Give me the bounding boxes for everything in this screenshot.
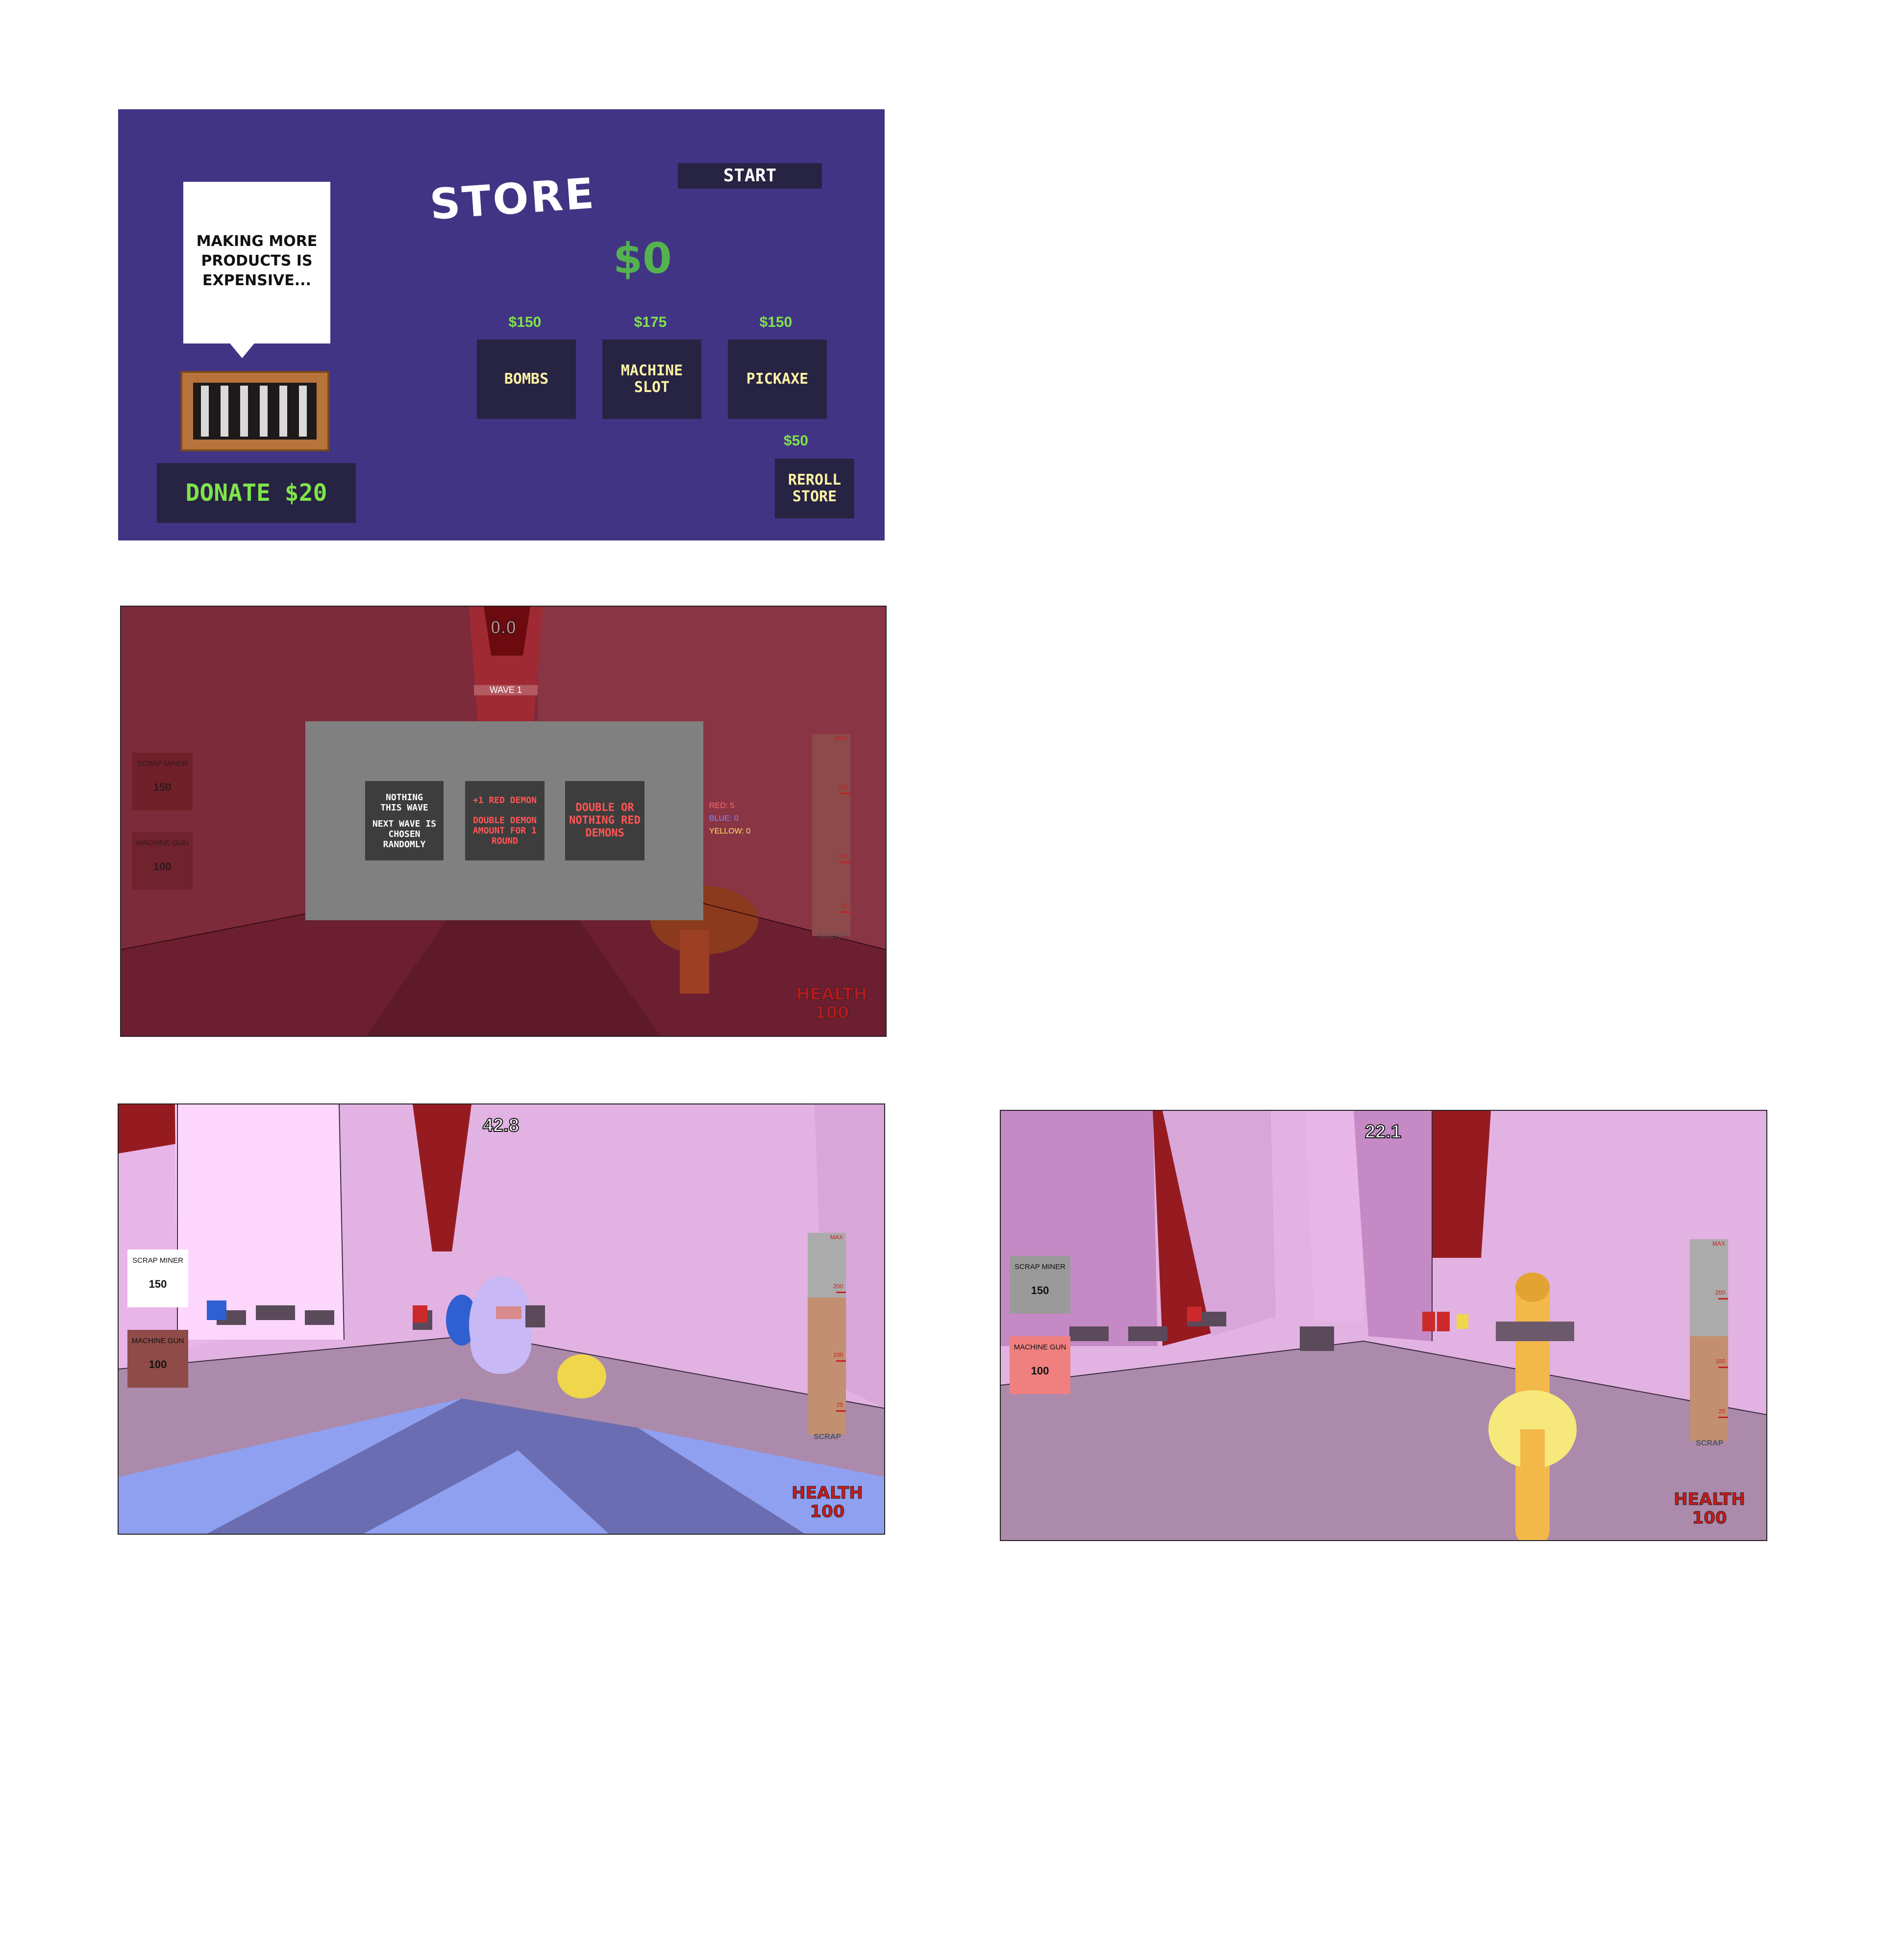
gauge-tick-100: 100 [1715,1358,1725,1365]
reroll-label: REROLL STORE [788,471,842,505]
scrap-gauge-fill [808,1297,846,1435]
scrap-gauge: MAX 200 100 25 [808,1233,846,1435]
store-title: STORE [428,169,597,230]
wave-choice-dialog: NOTHING THIS WAVE NEXT WAVE IS CHOSEN RA… [305,721,703,920]
scrap-gauge-label: SCRAP [813,1433,841,1441]
scrap-miner-label: SCRAP MINER [137,760,188,768]
item-label: PICKAXE [746,370,809,388]
choice-double-or-nothing[interactable]: DOUBLE OR NOTHING RED DEMONS [565,781,644,860]
machine-gun-value: 100 [153,860,172,873]
choice-title: DOUBLE OR NOTHING RED DEMONS [569,802,641,839]
gauge-max-label: MAX [1712,1240,1725,1247]
health-label: HEALTH [796,984,868,1004]
wave-select-panel: 0.0 WAVE 1 SCRAP MINER 150 MACHINE GUN 1… [120,606,887,1037]
scrap-miner-box[interactable]: SCRAP MINER 150 [1010,1256,1070,1314]
gauge-tick-200: 200 [833,1283,843,1290]
store-panel: MAKING MORE PRODUCTS IS EXPENSIVE... DON… [118,109,885,540]
scrap-gauge-label: SCRAP [1695,1439,1723,1447]
item-button-bombs[interactable]: BOMBS [477,340,576,419]
scrap-miner-box[interactable]: SCRAP MINER 150 [127,1250,188,1307]
red-demon-count: RED: 5 [709,802,735,810]
yellow-demon-count: YELLOW: 0 [709,827,751,835]
machine-gun-box[interactable]: MACHINE GUN 100 [1010,1336,1070,1394]
machine-gun-box[interactable]: MACHINE GUN 100 [127,1330,188,1388]
health-value: 100 [814,1003,849,1023]
gauge-tick-25: 25 [836,1401,843,1408]
blue-demon-count: BLUE: 0 [709,814,739,823]
shopkeeper-crate [180,371,329,451]
item-price-pickaxe: $150 [759,314,792,330]
item-button-pickaxe[interactable]: PICKAXE [728,340,827,419]
gauge-tick-100: 100 [833,1351,843,1358]
machine-gun-value: 100 [1031,1365,1049,1377]
item-button-machine-slot[interactable]: MACHINE SLOT [602,340,701,419]
scrap-gauge-fill [1690,1336,1728,1441]
donate-button[interactable]: DONATE $20 [157,463,356,523]
scrap-gauge-label: SCRAP [817,932,845,940]
demon-counts: RED: 5 BLUE: 0 YELLOW: 0 [709,800,750,838]
scrap-miner-box[interactable]: SCRAP MINER 150 [132,753,193,810]
scrap-miner-value: 150 [153,781,172,793]
item-label: MACHINE SLOT [620,362,683,396]
gauge-tick-25: 25 [841,903,847,909]
arena-scene [119,1104,884,1534]
machine-gun-value: 100 [149,1358,167,1371]
item-price-machine-slot: $175 [634,314,667,330]
choice-desc: NEXT WAVE IS CHOSEN RANDOMLY [372,818,437,850]
wave-timer: 42.8 [482,1115,520,1136]
speech-text: MAKING MORE PRODUCTS IS EXPENSIVE... [196,233,318,289]
gameplay-panel-2: 22.1 SCRAP MINER 150 MACHINE GUN 100 MAX… [1000,1110,1767,1541]
gameplay-panel-1: 42.8 SCRAP MINER 150 MACHINE GUN 100 MAX… [118,1103,885,1535]
scrap-miner-label: SCRAP MINER [1015,1263,1065,1271]
choice-red-demon[interactable]: +1 RED DEMON DOUBLE DEMON AMOUNT FOR 1 R… [465,781,545,860]
arena-scene [1001,1111,1766,1540]
scrap-gauge: MAX 200 100 25 [1690,1239,1728,1441]
gauge-tick-200: 200 [1715,1289,1725,1296]
start-button[interactable]: START [678,163,822,189]
item-label: BOMBS [504,370,549,388]
wave-timer: 0.0 [490,617,517,638]
scrap-miner-value: 150 [149,1278,167,1290]
speech-bubble-tail [228,342,256,358]
wave-timer: 22.1 [1364,1121,1402,1143]
choice-title: +1 RED DEMON [472,795,537,806]
health-value: 100 [810,1502,845,1521]
item-price-bombs: $150 [508,314,542,330]
gauge-max-label: MAX [830,1234,843,1241]
money-display: $0 [613,234,672,283]
choice-nothing-this-wave[interactable]: NOTHING THIS WAVE NEXT WAVE IS CHOSEN RA… [365,781,444,860]
machine-gun-box[interactable]: MACHINE GUN 100 [132,832,193,890]
machine-gun-label: MACHINE GUN [136,839,189,847]
reroll-price: $50 [783,433,809,449]
gauge-tick-25: 25 [1718,1408,1725,1415]
gauge-tick-100: 100 [837,853,847,859]
scrap-miner-value: 150 [1031,1284,1049,1297]
reroll-store-button[interactable]: REROLL STORE [775,459,854,518]
gauge-max-label: MAX [834,735,847,742]
choice-title: NOTHING THIS WAVE [380,792,428,813]
machine-gun-label: MACHINE GUN [131,1337,184,1345]
scrap-gauge: MAX 200 100 25 [812,734,850,936]
gauge-tick-200: 200 [837,784,847,791]
health-display: HEALTH 100 [1660,1490,1758,1528]
wave-label: WAVE 1 [474,685,538,695]
machine-gun-label: MACHINE GUN [1014,1343,1066,1351]
health-label: HEALTH [792,1483,864,1503]
health-display: HEALTH 100 [778,1484,876,1521]
health-label: HEALTH [1674,1490,1746,1509]
scrap-miner-label: SCRAP MINER [132,1256,183,1265]
health-value: 100 [1692,1508,1727,1528]
choice-desc: DOUBLE DEMON AMOUNT FOR 1 ROUND [472,815,537,846]
health-display: HEALTH 100 [783,984,881,1023]
